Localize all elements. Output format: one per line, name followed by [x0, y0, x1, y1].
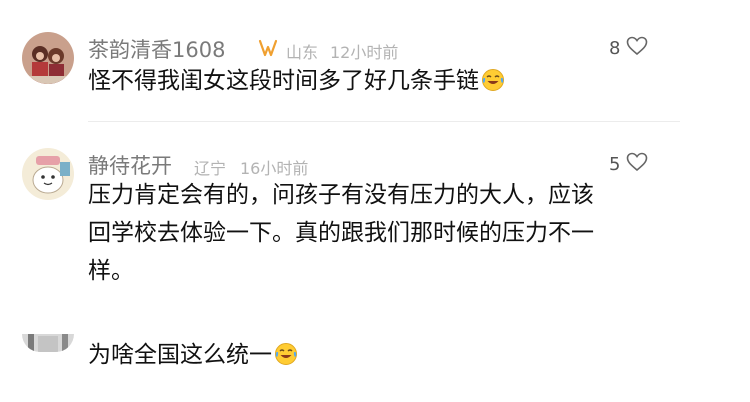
heart-icon	[626, 36, 648, 61]
like-count: 8	[609, 38, 621, 59]
avatar[interactable]	[22, 32, 74, 84]
comment-text-line: 样。	[88, 258, 134, 284]
comment-text-line: 压力肯定会有的，问孩子有没有压力的大人，应该	[88, 182, 594, 208]
comment-text-line: 回学校去体验一下。真的跟我们那时候的压力不一	[88, 220, 594, 246]
comment-text: 怪不得我闺女这段时间多了好几条手链	[88, 62, 505, 104]
comment-text: 为啥全国这么统一	[88, 336, 298, 378]
laughing-crying-emoji	[481, 66, 505, 104]
comment-text: 压力肯定会有的，问孩子有没有压力的大人，应该 回学校去体验一下。真的跟我们那时候…	[88, 176, 594, 290]
fan-badge-icon	[258, 38, 278, 62]
avatar[interactable]	[22, 334, 74, 352]
comment-text-line: 为啥全国这么统一	[88, 342, 272, 368]
comment-text-line: 怪不得我闺女这段时间多了好几条手链	[88, 68, 479, 94]
like-button[interactable]: 5	[609, 152, 648, 177]
divider	[88, 121, 680, 122]
username[interactable]: 茶韵清香1608	[88, 34, 225, 64]
like-count: 5	[609, 154, 621, 175]
timestamp: 12小时前	[330, 43, 399, 62]
heart-icon	[626, 152, 648, 177]
like-button[interactable]: 8	[609, 36, 648, 61]
location: 山东	[286, 43, 319, 62]
laughing-crying-emoji	[274, 340, 298, 378]
avatar[interactable]	[22, 148, 74, 200]
